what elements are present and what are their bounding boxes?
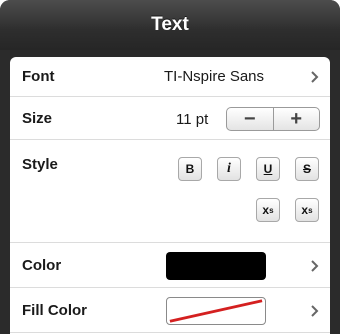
increase-size-button[interactable]: + [272, 108, 320, 130]
font-row[interactable]: Font TI-Nspire Sans [10, 57, 330, 97]
fill-color-row[interactable]: Fill Color [10, 288, 330, 333]
italic-button[interactable]: i [217, 157, 241, 181]
popover-header: Text [0, 0, 340, 50]
subscript-base: x [301, 203, 309, 217]
chevron-right-icon [311, 71, 319, 83]
bold-button[interactable]: B [178, 157, 202, 181]
color-row[interactable]: Color [10, 243, 330, 288]
fill-color-label: Fill Color [22, 302, 87, 319]
color-swatch [166, 252, 266, 280]
font-value: TI-Nspire Sans [164, 68, 265, 85]
size-label: Size [22, 110, 53, 127]
chevron-right-icon [311, 260, 319, 272]
popover-title: Text [151, 14, 189, 35]
superscript-base: x [262, 203, 270, 217]
text-popover: Text Font TI-Nspire Sans Size 11 pt − + … [0, 0, 340, 334]
settings-list: Font TI-Nspire Sans Size 11 pt − + Style… [10, 57, 330, 334]
font-label: Font [22, 68, 55, 85]
subscript-button[interactable]: xs [295, 198, 319, 222]
superscript-mark: s [269, 205, 274, 215]
decrease-size-button[interactable]: − [227, 108, 273, 130]
subscript-mark: s [308, 205, 313, 215]
no-fill-swatch [166, 297, 266, 325]
size-value: 11 pt [176, 111, 209, 128]
style-row: Style B i U S xs xs [10, 140, 330, 243]
style-label: Style [22, 156, 58, 173]
underline-button[interactable]: U [256, 157, 280, 181]
chevron-right-icon [311, 305, 319, 317]
size-row: Size 11 pt − + [10, 97, 330, 140]
superscript-button[interactable]: xs [256, 198, 280, 222]
strikethrough-button[interactable]: S [295, 157, 319, 181]
size-stepper: − + [226, 107, 320, 131]
color-label: Color [22, 257, 62, 274]
